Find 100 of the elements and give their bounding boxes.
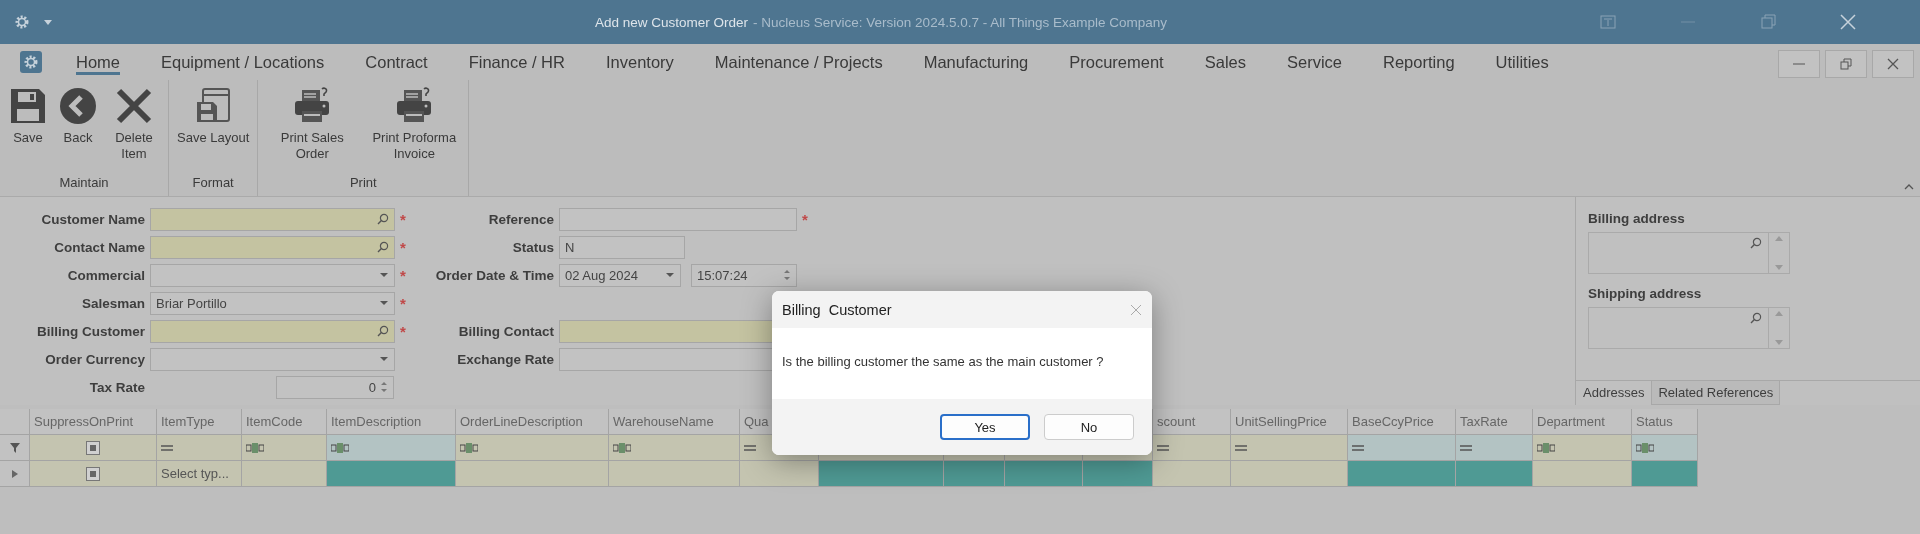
column-header[interactable]: scount <box>1153 409 1231 435</box>
search-icon[interactable] <box>1750 312 1762 324</box>
ribbon-tab[interactable]: Utilities <box>1495 49 1549 75</box>
caret-icon[interactable] <box>379 300 389 306</box>
ribbon-tab[interactable]: Finance / HR <box>468 49 565 75</box>
collapse-icon[interactable] <box>1904 184 1914 190</box>
filter-icon[interactable] <box>9 442 20 453</box>
filter-cell[interactable] <box>1533 435 1632 461</box>
panel-tab[interactable]: Related References <box>1651 381 1781 405</box>
text-filter-icon[interactable] <box>613 442 631 453</box>
ribbon-tab[interactable]: Sales <box>1204 49 1246 75</box>
text-filter-icon[interactable] <box>1537 442 1555 453</box>
text-field[interactable] <box>559 207 797 231</box>
dropdown-field[interactable] <box>150 347 395 371</box>
filter-cell[interactable] <box>242 435 327 461</box>
caret-icon[interactable] <box>379 356 389 362</box>
text-filter-icon[interactable] <box>331 442 349 453</box>
row-pointer-icon <box>11 469 18 478</box>
address-field[interactable] <box>1588 307 1790 349</box>
ribbon-tab[interactable]: Home <box>76 49 120 75</box>
filter-cell[interactable] <box>1456 435 1533 461</box>
ribbon-button[interactable]: Delete Item <box>106 86 162 175</box>
close-button[interactable] <box>1872 50 1914 78</box>
spinner-arrows-icon[interactable] <box>380 379 388 395</box>
equals-icon[interactable] <box>1235 444 1247 451</box>
checkbox-icon[interactable] <box>86 466 100 481</box>
number-field[interactable]: 0 <box>276 375 394 399</box>
equals-icon[interactable] <box>744 444 756 451</box>
required-mark: * <box>802 210 809 228</box>
readonly-field: N <box>559 235 685 259</box>
lookup-field[interactable] <box>150 207 395 231</box>
search-icon[interactable] <box>377 213 389 225</box>
filter-cell[interactable] <box>1231 435 1348 461</box>
text-filter-icon[interactable] <box>460 442 478 453</box>
text-filter-icon[interactable] <box>1636 442 1654 453</box>
column-header[interactable]: WarehouseName <box>609 409 740 435</box>
filter-cell[interactable] <box>1153 435 1231 461</box>
column-header[interactable]: OrderLineDescription <box>456 409 609 435</box>
close-icon[interactable] <box>1130 303 1142 316</box>
required-mark: * <box>400 210 407 228</box>
caret-icon[interactable] <box>44 19 52 25</box>
caret-icon[interactable] <box>379 272 389 278</box>
ribbon-tab[interactable]: Contract <box>365 49 428 75</box>
column-header[interactable]: SuppressOnPrint <box>30 409 157 435</box>
ribbon-tab[interactable]: Inventory <box>605 49 674 75</box>
lookup-field[interactable] <box>150 235 395 259</box>
filter-cell[interactable] <box>1348 435 1456 461</box>
address-field[interactable] <box>1588 232 1790 274</box>
ribbon-tab[interactable]: Reporting <box>1383 49 1455 75</box>
ribbon-button[interactable]: Print Proforma Invoice <box>366 86 463 175</box>
column-header[interactable]: ItemType <box>157 409 242 435</box>
search-icon[interactable] <box>377 325 389 337</box>
restore-button[interactable] <box>1825 50 1867 78</box>
ribbon-button[interactable]: Save <box>6 86 50 175</box>
filter-cell[interactable] <box>1632 435 1698 461</box>
equals-icon[interactable] <box>161 444 173 451</box>
caret-icon[interactable] <box>665 272 675 278</box>
scroll-up-icon[interactable] <box>1775 236 1783 241</box>
equals-icon[interactable] <box>1352 444 1364 451</box>
ribbon-tab[interactable]: Manufacturing <box>923 49 1029 75</box>
scroll-down-icon[interactable] <box>1775 265 1783 270</box>
dialog-button[interactable]: No <box>1044 414 1134 440</box>
checkbox-icon[interactable] <box>86 440 100 455</box>
dialog-button[interactable]: Yes <box>940 414 1030 440</box>
filter-cell[interactable] <box>157 435 242 461</box>
back-icon <box>58 86 98 126</box>
equals-icon[interactable] <box>1157 444 1169 451</box>
column-header[interactable]: ItemDescription <box>327 409 456 435</box>
column-header[interactable]: ItemCode <box>242 409 327 435</box>
column-header[interactable]: Department <box>1533 409 1632 435</box>
filter-cell[interactable] <box>609 435 740 461</box>
filter-cell[interactable] <box>30 435 157 461</box>
ribbon-button[interactable]: Print Sales Order <box>264 86 361 175</box>
search-icon[interactable] <box>1750 237 1762 249</box>
settings-icon[interactable] <box>14 14 30 30</box>
filter-cell[interactable] <box>327 435 456 461</box>
ribbon-button[interactable]: Save Layout <box>175 86 252 175</box>
minimize-button[interactable] <box>1778 50 1820 78</box>
ribbon-tab[interactable]: Maintenance / Projects <box>714 49 883 75</box>
time-field[interactable]: 15:07:24 <box>691 263 797 287</box>
scroll-down-icon[interactable] <box>1775 340 1783 345</box>
dropdown-field[interactable] <box>150 263 395 287</box>
ribbon-tab[interactable]: Equipment / Locations <box>161 49 325 75</box>
dropdown-field[interactable]: Briar Portillo <box>150 291 395 315</box>
spinner-arrows-icon[interactable] <box>783 267 791 283</box>
column-header[interactable]: BaseCcyPrice <box>1348 409 1456 435</box>
lookup-field[interactable] <box>150 319 395 343</box>
column-header[interactable]: Status <box>1632 409 1698 435</box>
scroll-up-icon[interactable] <box>1775 311 1783 316</box>
text-filter-icon[interactable] <box>246 442 264 453</box>
equals-icon[interactable] <box>1460 444 1472 451</box>
ribbon-button[interactable]: Back <box>56 86 100 175</box>
ribbon-tab[interactable]: Service <box>1287 49 1342 75</box>
date-field[interactable]: 02 Aug 2024 <box>559 263 681 287</box>
filter-cell[interactable] <box>456 435 609 461</box>
column-header[interactable]: TaxRate <box>1456 409 1533 435</box>
search-icon[interactable] <box>377 241 389 253</box>
ribbon-tab[interactable]: Procurement <box>1069 49 1164 75</box>
field-label: Salesman <box>80 295 145 311</box>
column-header[interactable]: UnitSellingPrice <box>1231 409 1348 435</box>
